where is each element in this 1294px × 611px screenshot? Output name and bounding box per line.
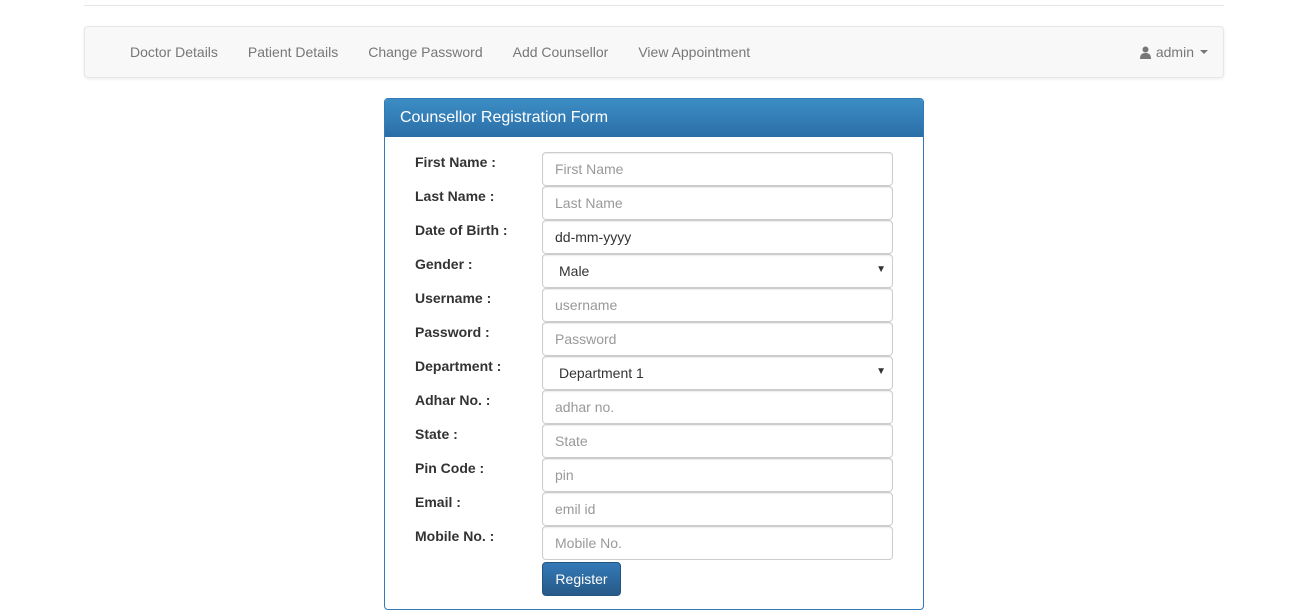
mobile-input[interactable] <box>542 526 893 560</box>
dropdown-arrow-icon: ▼ <box>876 264 886 275</box>
form-row-username: Username : <box>385 288 923 322</box>
top-divider <box>84 5 1224 6</box>
nav-links: Doctor Details Patient Details Change Pa… <box>115 27 765 77</box>
form-row-password: Password : <box>385 322 923 356</box>
first-name-label: First Name : <box>415 154 496 170</box>
registration-panel: Counsellor Registration Form First Name … <box>384 98 924 610</box>
email-input[interactable] <box>542 492 893 526</box>
dob-label: Date of Birth : <box>415 222 508 238</box>
gender-label: Gender : <box>415 256 473 272</box>
last-name-input[interactable] <box>542 186 893 220</box>
nav-link-add-counsellor[interactable]: Add Counsellor <box>498 27 624 77</box>
adhar-label: Adhar No. : <box>415 392 491 408</box>
gender-selected-value: Male <box>559 263 590 279</box>
form-row-pin: Pin Code : <box>385 458 923 492</box>
user-menu-dropdown[interactable]: admin <box>1139 27 1208 77</box>
form-row-last-name: Last Name : <box>385 186 923 220</box>
department-label: Department : <box>415 358 502 374</box>
username-input[interactable] <box>542 288 893 322</box>
form-row-mobile: Mobile No. : <box>385 526 923 560</box>
form-row-adhar: Adhar No. : <box>385 390 923 424</box>
register-button[interactable]: Register <box>542 562 621 596</box>
password-input[interactable] <box>542 322 893 356</box>
nav-link-change-password[interactable]: Change Password <box>353 27 497 77</box>
department-selected-value: Department 1 <box>559 365 644 381</box>
form-row-state: State : <box>385 424 923 458</box>
first-name-input[interactable] <box>542 152 893 186</box>
nav-link-patient-details[interactable]: Patient Details <box>233 27 353 77</box>
pin-label: Pin Code : <box>415 460 485 476</box>
state-input[interactable] <box>542 424 893 458</box>
caret-down-icon <box>1200 50 1208 54</box>
user-menu-label: admin <box>1155 44 1194 60</box>
nav-link-doctor-details[interactable]: Doctor Details <box>115 27 233 77</box>
pin-input[interactable] <box>542 458 893 492</box>
navbar: Doctor Details Patient Details Change Pa… <box>84 26 1224 78</box>
form-row-email: Email : <box>385 492 923 526</box>
state-label: State : <box>415 426 458 442</box>
form-row-dob: Date of Birth : <box>385 220 923 254</box>
dob-input[interactable] <box>542 220 893 254</box>
adhar-input[interactable] <box>542 390 893 424</box>
panel-title: Counsellor Registration Form <box>385 99 923 137</box>
email-label: Email : <box>415 494 461 510</box>
last-name-label: Last Name : <box>415 188 495 204</box>
dropdown-arrow-icon: ▼ <box>876 366 886 377</box>
department-select[interactable]: Department 1 ▼ <box>542 356 893 390</box>
mobile-label: Mobile No. : <box>415 528 495 544</box>
form-row-first-name: First Name : <box>385 152 923 186</box>
form-row-department: Department : Department 1 ▼ <box>385 356 923 390</box>
gender-select[interactable]: Male ▼ <box>542 254 893 288</box>
username-label: Username : <box>415 290 492 306</box>
nav-link-view-appointment[interactable]: View Appointment <box>623 27 765 77</box>
form-row-gender: Gender : Male ▼ <box>385 254 923 288</box>
password-label: Password : <box>415 324 490 340</box>
user-icon <box>1139 46 1151 59</box>
